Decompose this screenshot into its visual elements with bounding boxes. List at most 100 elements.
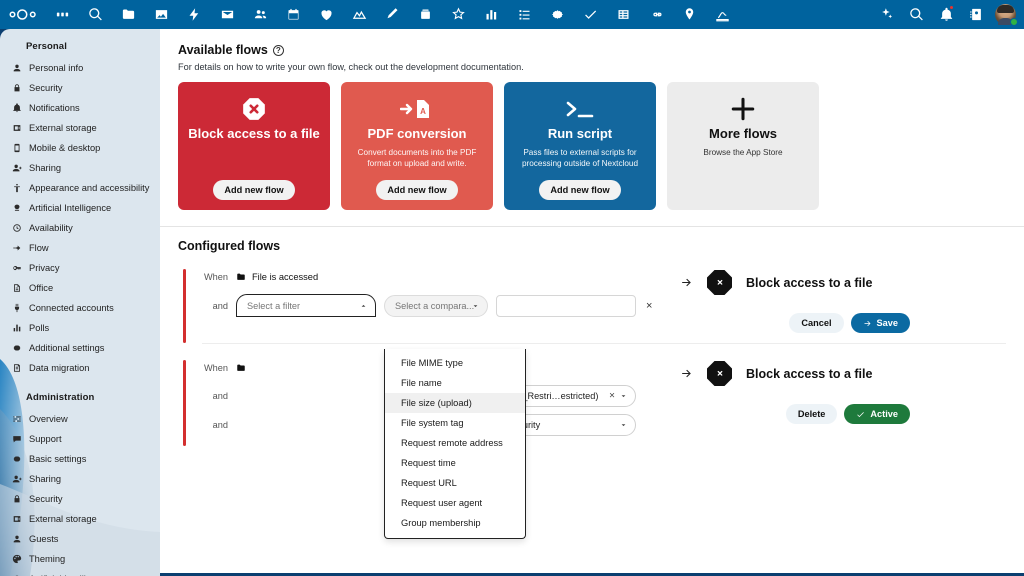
- sidebar-item-appearance-and-accessibility[interactable]: Appearance and accessibility: [0, 178, 160, 198]
- flow-separator: [202, 343, 1006, 344]
- sidebar-scroll-area[interactable]: Personal Personal infoSecurityNotificati…: [0, 29, 160, 576]
- filter-option[interactable]: File system tag: [385, 413, 525, 433]
- sidebar-item-security[interactable]: Security: [0, 489, 160, 509]
- sidebar-item-artificial-intelligence[interactable]: Artificial Intelligence: [0, 198, 160, 218]
- mail-icon[interactable]: [211, 0, 244, 29]
- sidebar-item-overview[interactable]: Overview: [0, 409, 160, 429]
- button-label: Delete: [798, 409, 826, 419]
- remove-condition-button[interactable]: ×: [644, 300, 654, 312]
- filter-option[interactable]: Group membership: [385, 513, 525, 533]
- help-icon[interactable]: ?: [273, 45, 284, 56]
- dashboard-icon[interactable]: [46, 0, 79, 29]
- sidebar-item-label: Sharing: [29, 163, 61, 173]
- sidebar-item-notifications[interactable]: Notifications: [0, 98, 160, 118]
- flow-card-more-flows[interactable]: More flowsBrowse the App Store: [667, 82, 819, 210]
- flow-card-run-script[interactable]: Run scriptPass files to external scripts…: [504, 82, 656, 210]
- filter-option[interactable]: Request time: [385, 453, 525, 473]
- sidebar-item-external-storage[interactable]: External storage: [0, 509, 160, 529]
- sidebar-item-external-storage[interactable]: External storage: [0, 118, 160, 138]
- calendar-icon[interactable]: [277, 0, 310, 29]
- flow-card-block-access-to-a-file[interactable]: Block access to a fileAdd new flow: [178, 82, 330, 210]
- flow-event[interactable]: [236, 363, 252, 373]
- tasks-list-icon[interactable]: [508, 0, 541, 29]
- sidebar-item-sharing[interactable]: Sharing: [0, 469, 160, 489]
- photos-icon[interactable]: [145, 0, 178, 29]
- tables-icon[interactable]: [607, 0, 640, 29]
- add-new-flow-button[interactable]: Add new flow: [539, 180, 620, 200]
- configured-flows-section: Configured flows WhenFile is accessedand…: [160, 227, 1024, 446]
- flow-action-name: Block access to a file: [746, 276, 872, 290]
- filter-option[interactable]: File name: [385, 373, 525, 393]
- assistant-icon[interactable]: [871, 0, 901, 29]
- sidebar-item-availability[interactable]: Availability: [0, 218, 160, 238]
- sidebar-item-privacy[interactable]: Privacy: [0, 258, 160, 278]
- link-icon[interactable]: [640, 0, 673, 29]
- search-app-icon[interactable]: [79, 0, 112, 29]
- contacts-menu-icon[interactable]: [961, 0, 991, 29]
- flow-card-pdf-conversion[interactable]: APDF conversionConvert documents into th…: [341, 82, 493, 210]
- signature-icon[interactable]: [706, 0, 739, 29]
- cancel-button[interactable]: Cancel: [789, 313, 843, 333]
- filter-option[interactable]: File MIME type: [385, 353, 525, 373]
- sidebar-item-guests[interactable]: Guests: [0, 529, 160, 549]
- active-button[interactable]: Active: [844, 404, 910, 424]
- sidebar-item-mobile-desktop[interactable]: Mobile & desktop: [0, 138, 160, 158]
- configured-flow: Whenandis tagged with__2_Restri…estricte…: [178, 358, 1006, 446]
- charts-icon[interactable]: [475, 0, 508, 29]
- collectives-icon[interactable]: [442, 0, 475, 29]
- theming-icon: [11, 554, 22, 565]
- sidebar-item-label: Privacy: [29, 263, 59, 273]
- check-icon[interactable]: [574, 0, 607, 29]
- filter-option[interactable]: Request remote address: [385, 433, 525, 453]
- filter-select[interactable]: Select a filter: [236, 294, 376, 317]
- external-storage-icon: [11, 123, 22, 134]
- nextcloud-logo[interactable]: [0, 8, 46, 21]
- account-icon: [11, 63, 22, 74]
- talk-icon[interactable]: [310, 0, 343, 29]
- filter-option[interactable]: Request user agent: [385, 493, 525, 513]
- cog-icon: [11, 343, 22, 354]
- sidebar-item-security[interactable]: Security: [0, 78, 160, 98]
- sidebar-item-sharing[interactable]: Sharing: [0, 158, 160, 178]
- analytics-icon[interactable]: [343, 0, 376, 29]
- filter-option[interactable]: Request URL: [385, 473, 525, 493]
- notes-icon[interactable]: [376, 0, 409, 29]
- sidebar-item-office[interactable]: Office: [0, 278, 160, 298]
- flow-buttons: Cancel Save: [680, 313, 1006, 333]
- button-label: Cancel: [801, 318, 831, 328]
- add-new-flow-button[interactable]: Add new flow: [213, 180, 294, 200]
- sidebar-item-theming[interactable]: Theming: [0, 549, 160, 569]
- deck-icon[interactable]: [409, 0, 442, 29]
- value-input[interactable]: [496, 295, 636, 317]
- sidebar-item-data-migration[interactable]: Data migration: [0, 358, 160, 378]
- app-bar-right-controls: [871, 0, 1024, 29]
- sidebar-item-label: Theming: [29, 554, 65, 564]
- clear-value-icon[interactable]: ×: [609, 391, 615, 402]
- contacts-icon[interactable]: [244, 0, 277, 29]
- notifications-bell-icon[interactable]: [931, 0, 961, 29]
- avatar[interactable]: [995, 4, 1016, 25]
- comparator-select[interactable]: Select a compara...: [384, 295, 488, 317]
- filter-select-value: Select a filter: [247, 301, 300, 311]
- cog-app-icon[interactable]: [541, 0, 574, 29]
- delete-button[interactable]: Delete: [786, 404, 838, 424]
- flow-event[interactable]: File is accessed: [236, 272, 318, 282]
- sidebar-item-personal-info[interactable]: Personal info: [0, 58, 160, 78]
- sidebar-item-basic-settings[interactable]: Basic settings: [0, 449, 160, 469]
- sidebar-item-support[interactable]: Support: [0, 429, 160, 449]
- files-icon[interactable]: [112, 0, 145, 29]
- sidebar-item-connected-accounts[interactable]: Connected accounts: [0, 298, 160, 318]
- search-icon[interactable]: [901, 0, 931, 29]
- sidebar-item-polls[interactable]: Polls: [0, 318, 160, 338]
- configured-flows-list: WhenFile is accessedandSelect a filterSe…: [178, 267, 1006, 446]
- maps-icon[interactable]: [673, 0, 706, 29]
- sidebar-item-artificial-intelligence[interactable]: Artificial Intelligence: [0, 569, 160, 576]
- filter-option[interactable]: File size (upload): [385, 393, 525, 413]
- filter-select-dropdown[interactable]: File MIME typeFile nameFile size (upload…: [384, 349, 526, 539]
- save-button[interactable]: Save: [851, 313, 910, 333]
- sidebar-item-label: External storage: [29, 514, 97, 524]
- activity-icon[interactable]: [178, 0, 211, 29]
- add-new-flow-button[interactable]: Add new flow: [376, 180, 457, 200]
- sidebar-item-flow[interactable]: Flow: [0, 238, 160, 258]
- sidebar-item-additional-settings[interactable]: Additional settings: [0, 338, 160, 358]
